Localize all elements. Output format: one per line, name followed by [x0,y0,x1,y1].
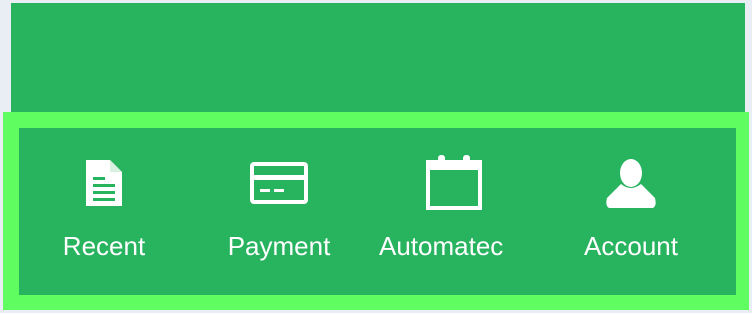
calendar-icon [369,154,539,214]
tab-bar: Recent Payment Automatec Account [19,128,736,295]
tab-account[interactable]: Account [546,128,716,295]
tab-recent[interactable]: Recent [19,128,189,295]
tab-account-label: Account [584,231,678,261]
tab-payment[interactable]: Payment [194,128,364,295]
tab-automated[interactable]: Automatec [369,128,539,295]
user-icon [546,158,716,218]
tab-automated-label: Automatec [379,231,504,261]
document-icon [19,158,189,218]
header-panel [11,3,745,121]
tab-payment-label: Payment [227,231,331,261]
credit-card-icon [194,158,364,218]
tab-recent-label: Recent [62,231,146,261]
